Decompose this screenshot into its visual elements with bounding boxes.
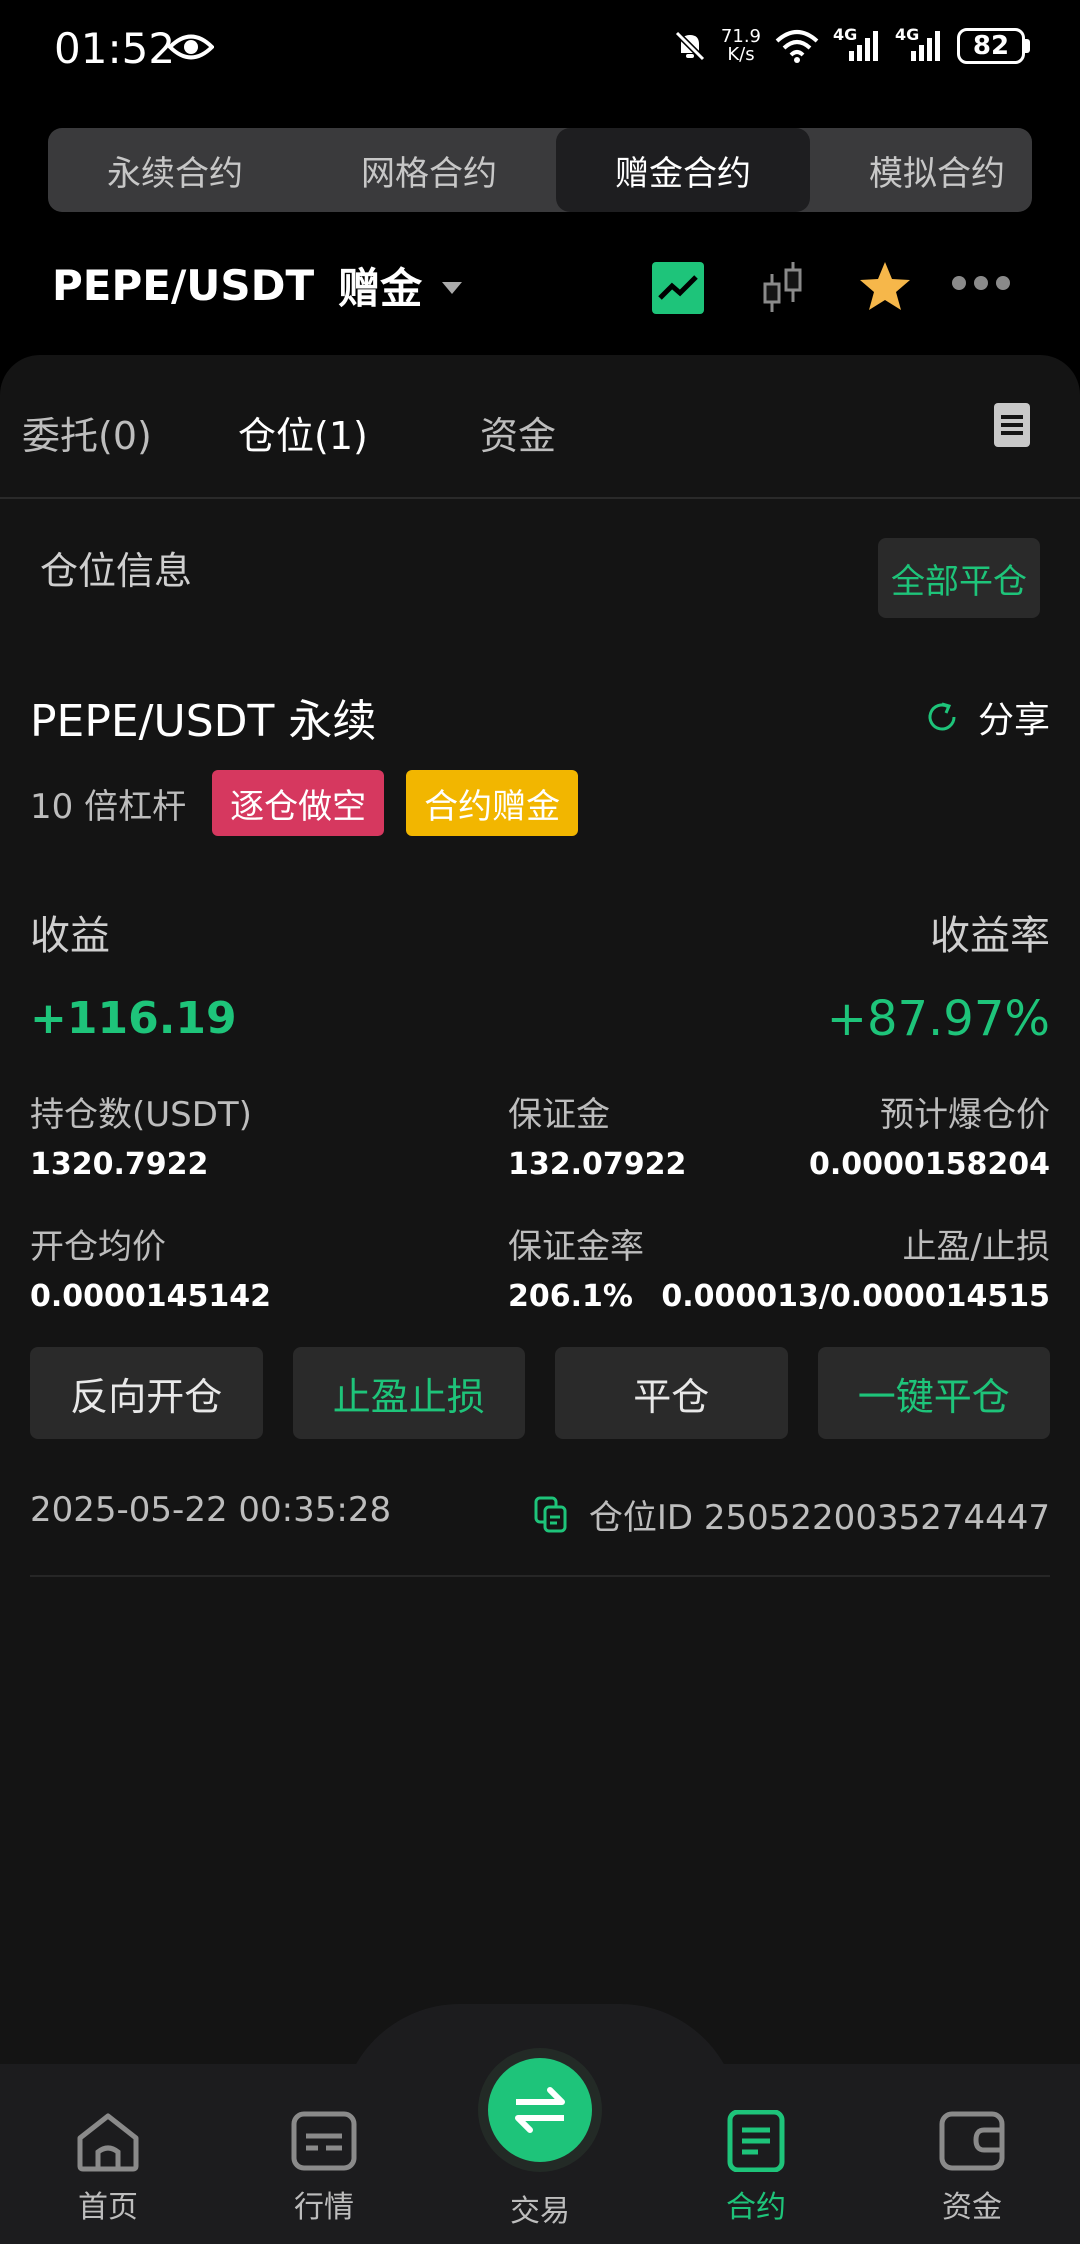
chart-toggle-icon[interactable] — [652, 262, 704, 314]
tpsl-label: 止盈/止损 — [902, 1227, 1050, 1267]
nav-trade-label[interactable]: 交易 — [470, 2186, 610, 2230]
close-position-button[interactable]: 平仓 — [555, 1347, 788, 1439]
status-time: 01:52 — [54, 24, 176, 73]
eye-icon — [168, 34, 214, 60]
position-id-copy[interactable]: 仓位ID 2505220035274447 — [533, 1490, 1050, 1539]
favorite-star-icon[interactable] — [856, 258, 914, 316]
battery-icon: 82 — [957, 28, 1030, 64]
status-bar: 01:52 71.9 K/s 4G 4G 82 — [0, 0, 1080, 100]
margin-label: 保证金 — [508, 1095, 610, 1135]
tab-positions[interactable]: 仓位(1) — [238, 405, 368, 460]
nav-home-label: 首页 — [78, 2190, 138, 2225]
close-all-button[interactable]: 全部平仓 — [878, 538, 1040, 618]
section-title: 仓位信息 — [40, 549, 193, 593]
status-icons: 71.9 K/s 4G 4G 82 — [673, 25, 1030, 64]
open-time: 2025-05-22 00:35:28 — [30, 1490, 392, 1530]
battery-level: 82 — [957, 28, 1025, 64]
reverse-open-button[interactable]: 反向开仓 — [30, 1347, 263, 1439]
margin-rate-label: 保证金率 — [508, 1227, 644, 1267]
copy-icon — [534, 1496, 567, 1532]
margin-rate-value: 206.1% — [508, 1279, 633, 1314]
candlestick-icon[interactable] — [760, 260, 806, 316]
divider — [30, 1575, 1050, 1577]
pnl-label: 收益 — [30, 913, 110, 959]
position-id-text: 仓位ID 2505220035274447 — [588, 1498, 1050, 1538]
header-actions — [0, 258, 1080, 318]
records-doc-icon[interactable] — [994, 403, 1030, 447]
cell-signal-1: 4G — [833, 25, 881, 63]
share-label: 分享 — [977, 700, 1050, 741]
liquidation-label: 预计爆仓价 — [880, 1095, 1050, 1135]
wallet-icon — [939, 2111, 1005, 2171]
position-actions: 反向开仓 止盈止损 平仓 一键平仓 — [30, 1347, 1050, 1439]
signal-bars-icon — [849, 31, 878, 61]
tpsl-value: 0.000013/0.000014515 — [661, 1279, 1050, 1314]
isolated-short-badge: 逐仓做空 — [212, 770, 385, 836]
contract-type-tabs: 永续合约 网格合约 赠金合约 模拟合约 — [48, 128, 1032, 212]
nav-market-label: 行情 — [294, 2190, 354, 2225]
nav-assets-label: 资金 — [942, 2190, 1002, 2225]
size-label: 持仓数(USDT) — [30, 1095, 252, 1135]
one-click-close-button[interactable]: 一键平仓 — [817, 1347, 1050, 1439]
cell-signal-2: 4G — [895, 25, 943, 63]
nav-market[interactable]: 行情 — [254, 2110, 394, 2226]
entry-price-value: 0.0000145142 — [30, 1279, 272, 1314]
tab-demo[interactable]: 模拟合约 — [810, 128, 1032, 212]
size-value: 1320.7922 — [30, 1147, 209, 1182]
roe-value: +87.97% — [826, 991, 1050, 1047]
swap-arrows-icon — [515, 2087, 565, 2133]
market-icon — [291, 2111, 357, 2171]
share-refresh-icon — [928, 702, 956, 731]
position-title: PEPE/USDT 永续 — [30, 696, 377, 747]
tab-funds[interactable]: 资金 — [480, 405, 556, 460]
pnl-value: +116.19 — [30, 993, 237, 1044]
nav-contract[interactable]: 合约 — [686, 2109, 826, 2226]
contract-doc-icon — [727, 2109, 785, 2173]
nav-home[interactable]: 首页 — [38, 2110, 178, 2226]
position-tags: 10 倍杠杆 逐仓做空 合约赠金 — [30, 770, 579, 836]
more-options-icon[interactable] — [952, 276, 1010, 290]
nav-assets[interactable]: 资金 — [902, 2110, 1042, 2226]
panel-tabs: 委托(0) 仓位(1) 资金 — [0, 355, 1080, 499]
home-icon — [77, 2113, 139, 2172]
positions-panel: 委托(0) 仓位(1) 资金 仓位信息 全部平仓 PEPE/USDT 永续 分享… — [0, 355, 1080, 2065]
mute-bell-icon — [674, 30, 706, 62]
entry-price-label: 开仓均价 — [30, 1227, 166, 1267]
margin-value: 132.07922 — [508, 1147, 687, 1182]
liquidation-value: 0.0000158204 — [808, 1147, 1050, 1182]
wifi-icon — [775, 30, 819, 63]
net-speed: 71.9 K/s — [721, 28, 761, 64]
signal-bars-icon — [911, 31, 940, 61]
tab-grid[interactable]: 网格合约 — [302, 128, 556, 212]
tab-perpetual[interactable]: 永续合约 — [48, 128, 302, 212]
nav-contract-label: 合约 — [726, 2190, 786, 2225]
roe-label: 收益率 — [930, 913, 1050, 959]
tab-bonus[interactable]: 赠金合约 — [556, 128, 810, 212]
net-speed-unit: K/s — [727, 44, 755, 65]
share-button[interactable]: 分享 — [924, 691, 1050, 743]
nav-trade-button[interactable] — [488, 2058, 592, 2162]
leverage-text: 10 倍杠杆 — [30, 786, 187, 827]
tab-orders[interactable]: 委托(0) — [22, 405, 152, 460]
contract-bonus-badge: 合约赠金 — [406, 770, 579, 836]
tpsl-button[interactable]: 止盈止损 — [292, 1347, 525, 1439]
